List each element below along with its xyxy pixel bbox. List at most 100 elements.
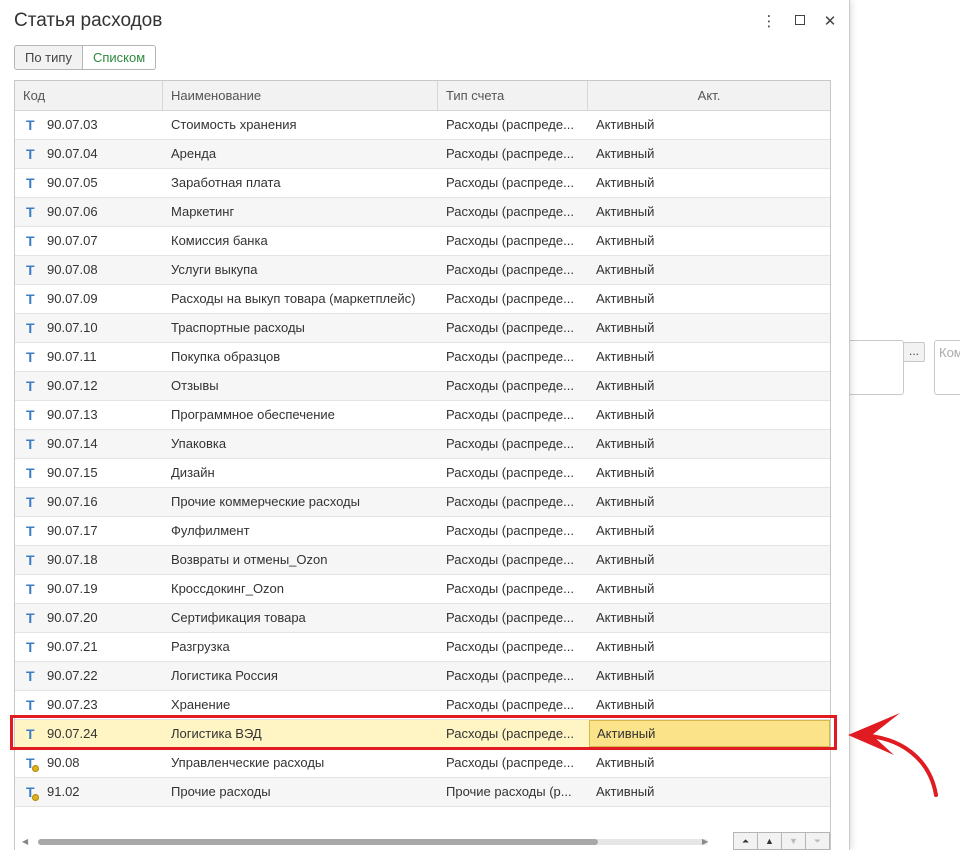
- view-list-button[interactable]: Списком: [82, 45, 157, 70]
- cell-active: Активный: [596, 117, 655, 132]
- table-row[interactable]: T 90.07.09 Расходы на выкуп товара (маркет…: [15, 285, 830, 314]
- go-up-icon[interactable]: ▲: [757, 832, 782, 850]
- column-header-active[interactable]: Акт.: [588, 81, 830, 111]
- item-icon: T: [26, 146, 35, 162]
- table-row[interactable]: T 90.07.19 Кроссдокинг_Ozon Расходы (распре…: [15, 575, 830, 604]
- cell-account-type: Расходы (распреде...: [446, 697, 574, 712]
- cell-active: Активный: [596, 697, 655, 712]
- cell-code: 90.08: [47, 755, 80, 770]
- cell-active: Активный: [596, 755, 655, 770]
- item-icon: T: [26, 465, 35, 481]
- table-row[interactable]: T 90.08 Управленческие расходы Расходы (рас…: [15, 749, 830, 778]
- item-icon: T: [26, 726, 35, 742]
- table-row[interactable]: T 90.07.03 Стоимость хранения Расходы (расп…: [15, 111, 830, 140]
- cell-account-type: Расходы (распреде...: [446, 378, 574, 393]
- background-field: [848, 340, 904, 395]
- cell-name: Маркетинг: [171, 204, 235, 219]
- table-row[interactable]: T 90.07.18 Возвраты и отмены_Ozon Расходы (…: [15, 546, 830, 575]
- cell-active: Активный: [596, 233, 655, 248]
- cell-code: 90.07.10: [47, 320, 98, 335]
- table-row[interactable]: T 91.02 Прочие расходы Прочие расходы (р...…: [15, 778, 830, 807]
- cell-active: Активный: [596, 262, 655, 277]
- cell-name: Покупка образцов: [171, 349, 281, 364]
- cell-account-type: Расходы (распреде...: [446, 349, 574, 364]
- table-row[interactable]: T 90.07.12 Отзывы Расходы (распреде... Актив…: [15, 372, 830, 401]
- table-row[interactable]: T 90.07.06 Маркетинг Расходы (распреде... Ак…: [15, 198, 830, 227]
- cell-name: Разгрузка: [171, 639, 230, 654]
- table-row[interactable]: T 90.07.20 Сертификация товара Расходы (рас…: [15, 604, 830, 633]
- background-comment-field: Ком: [934, 340, 960, 395]
- pointer-arrow-icon: [848, 713, 938, 797]
- table-row[interactable]: T 90.07.21 Разгрузка Расходы (распреде... Ак…: [15, 633, 830, 662]
- item-icon: T: [26, 378, 35, 394]
- cell-active: Активный: [596, 465, 655, 480]
- cell-account-type: Расходы (распреде...: [446, 494, 574, 509]
- item-icon: T: [26, 523, 35, 539]
- table-row[interactable]: T 90.07.07 Комиссия банка Расходы (распреде…: [15, 227, 830, 256]
- cell-name: Прочие расходы: [171, 784, 271, 799]
- cell-active: Активный: [589, 720, 830, 747]
- cell-account-type: Расходы (распреде...: [446, 436, 574, 451]
- column-header-code[interactable]: Код: [15, 81, 163, 111]
- cell-name: Отзывы: [171, 378, 219, 393]
- close-icon[interactable]: ✕: [821, 12, 839, 30]
- cell-active: Активный: [596, 668, 655, 683]
- table-row[interactable]: T 90.07.11 Покупка образцов Расходы (распре…: [15, 343, 830, 372]
- table-row[interactable]: T 90.07.13 Программное обеспечение Расходы …: [15, 401, 830, 430]
- table-row[interactable]: T 90.07.16 Прочие коммерческие расходы Расх…: [15, 488, 830, 517]
- table-row[interactable]: T 90.07.17 Фулфилмент Расходы (распреде... А…: [15, 517, 830, 546]
- cell-name: Дизайн: [171, 465, 215, 480]
- item-icon: T: [26, 552, 35, 568]
- view-by-type-button[interactable]: По типу: [14, 45, 83, 70]
- table-row[interactable]: T 90.07.08 Услуги выкупа Расходы (распреде.…: [15, 256, 830, 285]
- table-row[interactable]: T 90.07.14 Упаковка Расходы (распреде... Акт…: [15, 430, 830, 459]
- cell-account-type: Расходы (распреде...: [446, 320, 574, 335]
- table-row[interactable]: T 90.07.23 Хранение Расходы (распреде... Акт…: [15, 691, 830, 720]
- table-row[interactable]: T 90.07.10 Траспортные расходы Расходы (рас…: [15, 314, 830, 343]
- expense-items-window: Статья расходов ⋮ ✕ По типу Списком Код …: [0, 0, 850, 850]
- cell-active: Активный: [596, 291, 655, 306]
- more-vertical-icon[interactable]: ⋮: [760, 12, 778, 30]
- item-icon: T: [26, 639, 35, 655]
- table-row[interactable]: T 90.07.15 Дизайн Расходы (распреде... Актив…: [15, 459, 830, 488]
- maximize-icon[interactable]: [791, 12, 809, 29]
- table-row[interactable]: T 90.07.04 Аренда Расходы (распреде... Актив…: [15, 140, 830, 169]
- go-down-icon[interactable]: ▼: [781, 832, 806, 850]
- column-header-name[interactable]: Наименование: [163, 81, 438, 111]
- list-navigation: ⏶ ▲ ▼ ⏷: [733, 832, 830, 850]
- cell-name: Траспортные расходы: [171, 320, 305, 335]
- item-icon: T: [26, 175, 35, 191]
- cell-code: 90.07.08: [47, 262, 98, 277]
- cell-name: Стоимость хранения: [171, 117, 297, 132]
- table-header: Код Наименование Тип счета Акт.: [15, 81, 830, 111]
- horizontal-scrollbar[interactable]: ◀ ▶: [18, 835, 713, 849]
- cell-code: 90.07.04: [47, 146, 98, 161]
- item-icon: T: [26, 320, 35, 336]
- cell-active: Активный: [596, 610, 655, 625]
- cell-name: Заработная плата: [171, 175, 281, 190]
- scrollbar-thumb[interactable]: [38, 839, 598, 845]
- cell-account-type: Расходы (распреде...: [446, 610, 574, 625]
- cell-active: Активный: [596, 494, 655, 509]
- table-row[interactable]: T 90.07.05 Заработная плата Расходы (распре…: [15, 169, 830, 198]
- go-to-last-icon[interactable]: ⏷: [805, 832, 830, 850]
- item-icon: T: [26, 436, 35, 452]
- column-header-account-type[interactable]: Тип счета: [438, 81, 588, 111]
- item-icon: T: [26, 407, 35, 423]
- cell-name: Прочие коммерческие расходы: [171, 494, 360, 509]
- go-to-first-icon[interactable]: ⏶: [733, 832, 758, 850]
- item-icon: T: [26, 204, 35, 220]
- view-switch: По типу Списком: [14, 45, 157, 70]
- cell-code: 91.02: [47, 784, 80, 799]
- cell-code: 90.07.06: [47, 204, 98, 219]
- scroll-right-icon[interactable]: ▶: [702, 835, 708, 849]
- cell-active: Активный: [596, 378, 655, 393]
- cell-name: Программное обеспечение: [171, 407, 335, 422]
- table-row[interactable]: T 90.07.22 Логистика Россия Расходы (распре…: [15, 662, 830, 691]
- item-icon: T: [26, 262, 35, 278]
- scroll-left-icon[interactable]: ◀: [22, 835, 28, 849]
- table-row[interactable]: T 90.07.24 Логистика ВЭД Расходы (распреде.…: [15, 720, 830, 749]
- cell-active: Активный: [596, 552, 655, 567]
- cell-account-type: Расходы (распреде...: [446, 175, 574, 190]
- expense-items-table: Код Наименование Тип счета Акт. T 90.07.0…: [14, 80, 831, 850]
